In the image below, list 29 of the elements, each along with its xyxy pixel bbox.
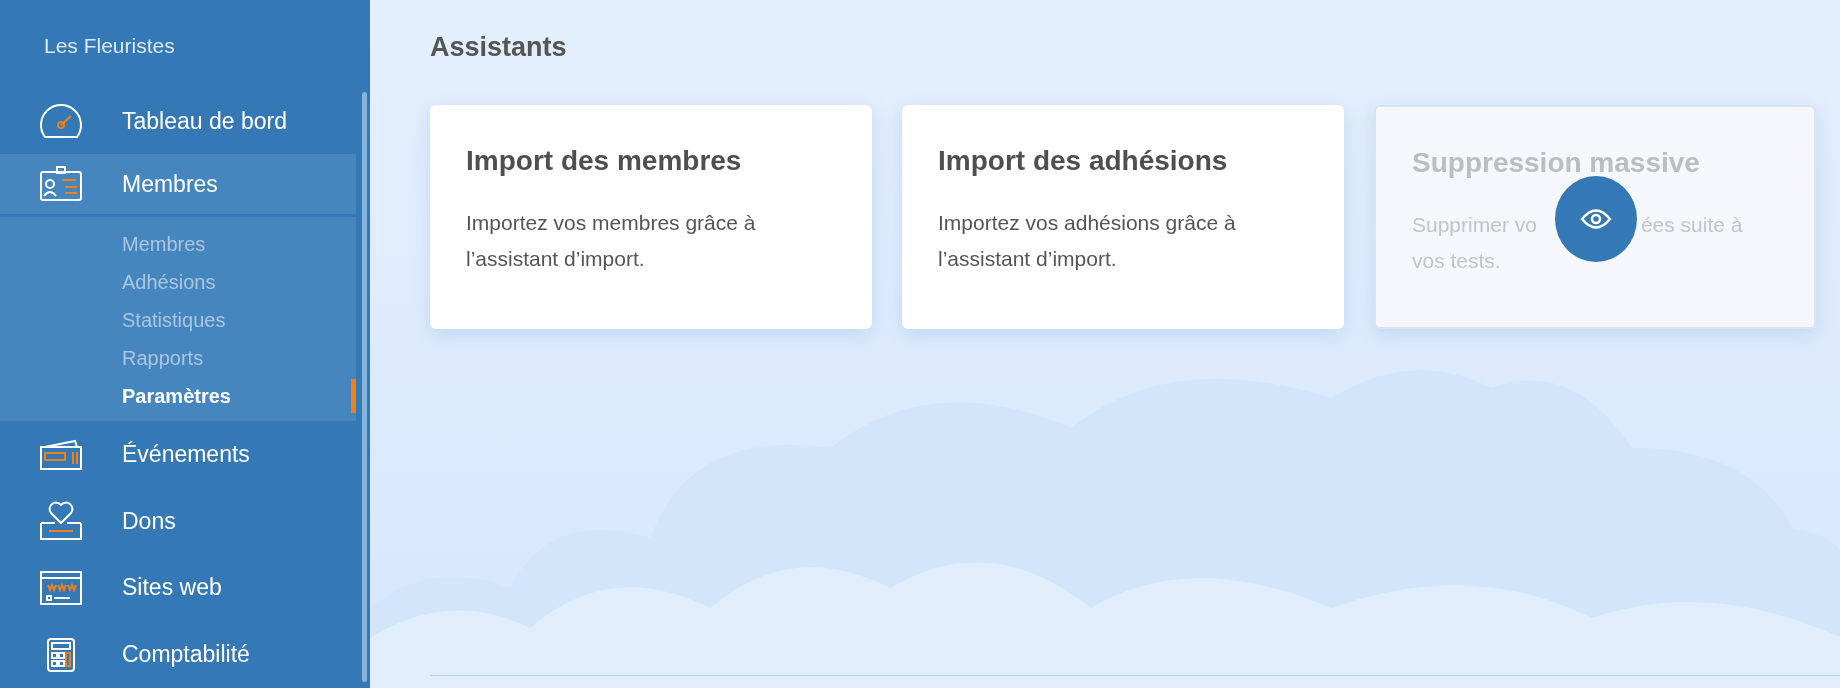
nav-label: Sites web xyxy=(122,574,222,602)
nav-item[interactable]: Sites web xyxy=(0,554,356,622)
nav-label: Tableau de bord xyxy=(122,107,287,135)
nav-label: Dons xyxy=(122,507,176,535)
organization-name: Les Fleuristes xyxy=(43,33,176,59)
nav-item[interactable]: Comptabilité xyxy=(0,621,356,688)
nav-item[interactable]: Événements xyxy=(0,421,356,488)
eye-icon xyxy=(1580,208,1612,230)
submenu-item[interactable]: Paramètres xyxy=(122,384,231,408)
heart-box-icon xyxy=(39,501,83,542)
card-title: Import des adhésions xyxy=(938,145,1229,177)
wizard-card[interactable]: Import des adhésions Importez vos adhésions grâce à l’assistant d’import. xyxy=(902,105,1344,329)
nav-label: Comptabilité xyxy=(122,641,250,669)
nav-label: Événements xyxy=(122,441,250,469)
browser-window-icon xyxy=(39,569,83,606)
scrollbar[interactable] xyxy=(362,92,367,682)
card-description: Importez vos membres grâce à l’assistant d’import. xyxy=(466,210,757,272)
card-title: Suppression massive xyxy=(1412,147,1701,179)
card-description: Importez vos adhésions grâce à l’assistant d’import. xyxy=(938,210,1237,272)
tickets-icon xyxy=(39,438,83,471)
nav-item[interactable]: Dons xyxy=(0,487,356,555)
selection-indicator xyxy=(351,379,356,414)
nav-item[interactable]: Tableau de bord xyxy=(0,87,356,155)
card-title: Import des membres xyxy=(466,145,743,177)
nav-label: Membres xyxy=(122,170,218,198)
wizard-card[interactable]: Import des membres Importez vos membres grâce à l’assistant d’import. xyxy=(430,105,872,329)
page-title: Assistants xyxy=(430,32,568,63)
id-badge-icon xyxy=(39,166,83,203)
calculator-icon xyxy=(46,636,76,673)
